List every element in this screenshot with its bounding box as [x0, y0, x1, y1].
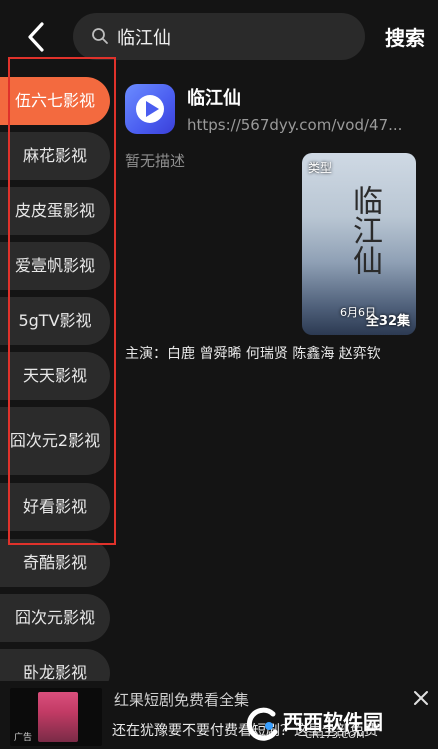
result-url[interactable]: https://567dyy.com/vod/47... — [187, 116, 417, 134]
search-query: 临江仙 — [117, 28, 171, 49]
sidebar-item-jiongciyuan[interactable]: 囧次元影视 — [0, 594, 110, 642]
watermark-url: CR173.COM — [305, 730, 365, 741]
poster-art-text: 临江仙 — [347, 185, 382, 275]
search-button[interactable]: 搜索 — [385, 22, 425, 51]
site-watermark: 西西软件园 CR173.COM — [245, 704, 420, 744]
back-button[interactable] — [22, 20, 52, 54]
sidebar-item-aiyifan[interactable]: 爱壹帆影视 — [0, 242, 110, 290]
result-title[interactable]: 临江仙 — [187, 84, 241, 110]
result-description: 暂无描述 — [125, 152, 186, 170]
sidebar-item-jiongciyuan2[interactable]: 囧次元2影视 — [0, 407, 110, 475]
watermark-logo-icon — [246, 707, 278, 741]
ad-tag: 广告 — [14, 733, 33, 743]
play-app-icon — [125, 84, 175, 134]
sidebar-item-tiantian[interactable]: 天天影视 — [0, 352, 110, 400]
sidebar-item-pipidan[interactable]: 皮皮蛋影视 — [0, 187, 110, 235]
chevron-left-icon — [28, 22, 44, 52]
sidebar-item-5gtv[interactable]: 5gTV影视 — [0, 297, 110, 345]
ad-title[interactable]: 红果短剧免费看全集 — [114, 689, 249, 710]
search-input[interactable]: 临江仙 — [73, 13, 365, 60]
top-bar: 临江仙 搜索 — [0, 0, 438, 72]
ad-thumbnail[interactable]: 广告 — [10, 688, 102, 746]
sidebar-item-wuliuqi[interactable]: 伍六七影视 — [0, 77, 110, 125]
search-icon — [92, 28, 108, 44]
sidebar-item-haokan[interactable]: 好看影视 — [0, 483, 110, 531]
poster-image[interactable]: 类型 临江仙 6月6日 全32集 — [302, 153, 416, 335]
poster-label: 类型 — [308, 161, 333, 175]
sidebar-item-mahua[interactable]: 麻花影视 — [0, 132, 110, 180]
episode-count: 全32集 — [365, 314, 410, 329]
cast-list: 主演：白鹿 曾舜晞 何瑞贤 陈鑫海 赵弈钦 — [125, 346, 381, 362]
sidebar-item-qiku[interactable]: 奇酷影视 — [0, 539, 110, 587]
